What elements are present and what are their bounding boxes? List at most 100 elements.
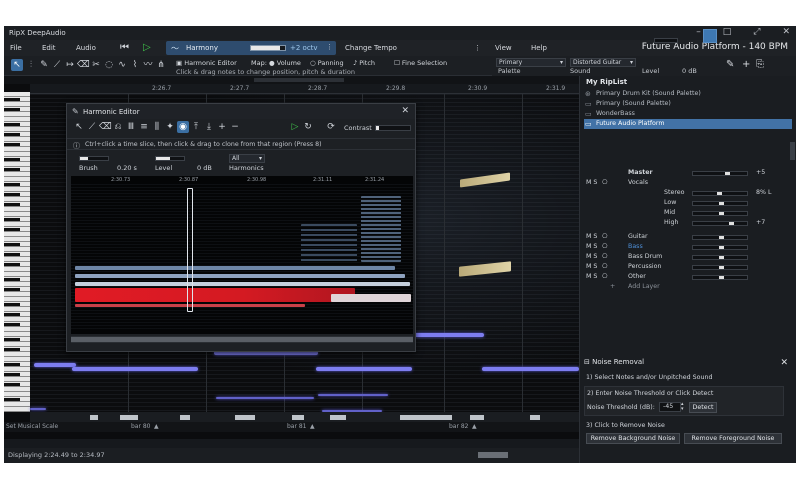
fader-knob[interactable] [717,192,722,195]
pencil-icon[interactable]: ✎ [726,59,734,70]
black-key[interactable] [4,243,20,246]
unpitched-hit[interactable] [400,415,452,420]
lasso-icon[interactable]: ◌ [103,59,115,71]
layer-other[interactable]: M S ⎔ Other [584,272,792,282]
eraser-icon[interactable]: ⌫ [77,59,90,71]
sound-dropdown[interactable]: Distorted Guitar ▾ [570,58,636,67]
fader-knob[interactable] [719,236,724,239]
black-key[interactable] [4,348,20,351]
set-musical-scale-link[interactable]: Set Musical Scale [6,423,58,430]
mute-solo-toggle[interactable]: M S [586,252,597,262]
map-volume-radio[interactable]: ● Volume [269,59,301,67]
unpitched-hit[interactable] [530,415,540,420]
unpitched-hit[interactable] [470,415,484,420]
guitar-fader[interactable] [692,235,748,240]
wave-icon[interactable]: 〰 [142,59,154,71]
lines-icon[interactable]: ≡ [138,121,150,133]
unpitched-hit[interactable] [235,415,255,420]
note-blob[interactable] [216,397,314,399]
menu-change-tempo[interactable]: Change Tempo [345,44,397,52]
note-blob[interactable] [414,333,484,337]
threshold-input[interactable]: -45 [659,402,681,412]
low-fader[interactable] [692,201,748,206]
note-blob[interactable] [72,367,198,371]
fader-knob[interactable] [719,266,724,269]
zoom-scroll-thumb[interactable] [478,452,508,458]
remove-background-noise-button[interactable]: Remove Background Noise [586,433,680,444]
layer-guitar[interactable]: M S ⎔ Guitar [584,232,792,242]
master-fader[interactable] [692,171,748,176]
unpitched-hit[interactable] [330,415,346,420]
close-icon[interactable]: ✕ [401,106,409,116]
camera-icon[interactable]: ◉ [177,121,189,133]
unpitched-hit[interactable] [90,415,98,420]
black-key[interactable] [4,363,20,366]
color-swatch[interactable] [703,29,717,43]
restore-icon[interactable]: □ [723,27,732,37]
black-key[interactable] [4,303,20,306]
spectrogram-scrollbar[interactable] [71,336,413,343]
plus-icon[interactable]: + [216,121,228,133]
menu-edit[interactable]: Edit [42,44,56,52]
black-key[interactable] [4,253,20,256]
riplist-item[interactable]: ▭ WonderBass [584,109,792,119]
unpitched-hit[interactable] [180,415,190,420]
note-blob[interactable] [318,394,388,396]
harmony-control[interactable]: 〜 Harmony +2 octv ⋮ [166,41,336,55]
refresh-icon[interactable]: ⟳ [325,121,337,133]
black-key[interactable] [4,168,20,171]
clone-icon[interactable]: ⎌ [112,121,124,133]
harmonic-grid-icon[interactable]: Ⅲ [125,121,137,133]
horizontal-scrollbar[interactable] [4,76,579,84]
filter-icon[interactable]: ⫼ [151,121,163,133]
fader-knob[interactable] [719,276,724,279]
note-blob[interactable] [482,367,579,371]
close-icon[interactable]: ✕ [782,27,790,37]
folder-add-icon[interactable]: ⎘ [756,59,764,70]
mute-solo-toggle[interactable]: M S [586,242,597,252]
lower-icon[interactable]: ⤓ [203,121,215,133]
harmonic-editor-toggle[interactable]: ▣ Harmonic Editor [176,59,237,67]
menu-view[interactable]: View [495,44,512,52]
mute-solo-toggle[interactable]: M S [586,262,597,272]
time-ruler[interactable]: 2:26.7 2:27.7 2:28.7 2:29.8 2:30.9 2:31.… [30,84,579,94]
black-key[interactable] [4,288,20,291]
brush-icon[interactable]: ⟋ [51,59,63,71]
spectrogram-area[interactable] [71,184,413,330]
black-key[interactable] [4,228,20,231]
note-blob[interactable] [316,367,412,371]
black-key[interactable] [4,323,20,326]
mute-solo-toggle[interactable]: M S [586,272,597,282]
triangle-up-icon[interactable]: ▲ [310,423,315,430]
magic-icon[interactable]: ✦ [164,121,176,133]
riplist-item[interactable]: ▭ Primary (Sound Palette) [584,99,792,109]
riplist-item[interactable]: ⊛ Primary Drum Kit (Sound Palette) [584,89,792,99]
expand-icon[interactable]: ⤢ [753,27,760,37]
spectrum-icon[interactable]: ⋔ [155,59,167,71]
black-key[interactable] [4,313,20,316]
black-key[interactable] [4,183,20,186]
play-icon[interactable]: ▷ [289,121,301,133]
black-key[interactable] [4,383,20,386]
layer-vocals[interactable]: M S ⎔ Vocals [584,178,792,188]
stereo-fader[interactable] [692,191,748,196]
black-key[interactable] [4,203,20,206]
unpitched-hit[interactable] [292,415,304,420]
fader-knob[interactable] [719,246,724,249]
brush-slider[interactable] [79,156,109,161]
brush-icon[interactable]: ⟋ [86,121,98,133]
black-key[interactable] [4,98,20,101]
detect-button[interactable]: Detect [689,402,717,413]
minimize-icon[interactable]: – [696,27,701,37]
black-key[interactable] [4,398,20,401]
fader-knob[interactable] [719,212,724,215]
riplist-item-selected[interactable]: ▭ Future Audio Platform [584,119,792,129]
black-key[interactable] [4,338,20,341]
note-blob[interactable] [30,408,46,410]
fader-knob[interactable] [725,172,730,175]
fader-knob[interactable] [729,222,734,225]
raise-icon[interactable]: ⤒ [190,121,202,133]
black-key[interactable] [4,108,20,111]
triangle-up-icon[interactable]: ▲ [472,423,477,430]
high-fader[interactable] [692,221,748,226]
